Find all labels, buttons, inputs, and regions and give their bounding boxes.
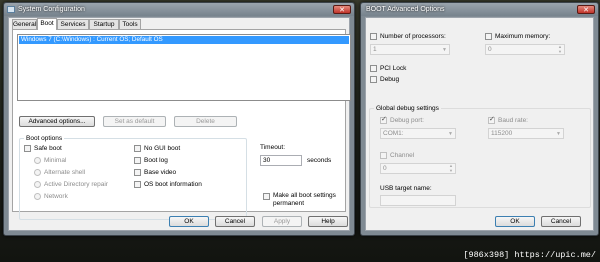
window-title: System Configuration: [18, 6, 85, 13]
network-radio[interactable]: [34, 193, 41, 200]
make-permanent-checkbox[interactable]: [263, 193, 270, 200]
usb-target-name-label: USB target name:: [380, 185, 432, 192]
maximum-memory-checkbox[interactable]: [485, 33, 492, 40]
help-button[interactable]: Help: [308, 216, 348, 227]
active-directory-repair-radio[interactable]: [34, 181, 41, 188]
safe-boot-label: Safe boot: [34, 145, 62, 152]
tab-startup[interactable]: Startup: [89, 19, 119, 29]
spinner-icon: ▲ ▼: [558, 44, 562, 54]
debug-checkbox[interactable]: [370, 76, 377, 83]
advanced-options-button[interactable]: Advanced options...: [19, 116, 95, 127]
no-gui-boot-label: No GUI boot: [144, 145, 181, 152]
boot-advanced-options-window: BOOT Advanced Options ✕ Number of proces…: [360, 2, 599, 236]
number-of-processors-value: 1: [373, 46, 377, 53]
title-bar[interactable]: System Configuration ✕: [4, 3, 354, 16]
chevron-down-icon: ▼: [556, 131, 561, 137]
make-permanent-label: Make all boot settings permanent: [273, 192, 336, 207]
number-of-processors-label: Number of processors:: [380, 33, 446, 40]
debug-port-value: COM1:: [383, 130, 404, 137]
timeout-label: Timeout:: [260, 144, 286, 151]
minimal-label: Minimal: [44, 157, 67, 164]
timeout-input[interactable]: 30: [260, 155, 302, 166]
apply-button[interactable]: Apply: [262, 216, 302, 227]
base-video-checkbox[interactable]: [134, 169, 141, 176]
maximum-memory-label: Maximum memory:: [495, 33, 551, 40]
debug-port-select[interactable]: COM1: ▼: [380, 128, 456, 139]
global-debug-settings-group: Global debug settings Debug port: COM1: …: [369, 105, 591, 208]
close-button[interactable]: ✕: [333, 5, 351, 14]
title-bar[interactable]: BOOT Advanced Options ✕: [361, 3, 598, 16]
cancel-button[interactable]: Cancel: [541, 216, 581, 227]
alternate-shell-radio[interactable]: [34, 169, 41, 176]
delete-button[interactable]: Delete: [174, 116, 237, 127]
channel-label: Channel: [390, 152, 415, 159]
timeout-unit-label: seconds: [307, 157, 332, 164]
no-gui-boot-checkbox[interactable]: [134, 145, 141, 152]
set-as-default-button[interactable]: Set as default: [103, 116, 166, 127]
msconfig-icon: [7, 6, 15, 13]
tab-boot[interactable]: Boot: [37, 18, 57, 30]
channel-input[interactable]: 0 ▲ ▼: [380, 163, 456, 174]
ok-button[interactable]: OK: [169, 216, 209, 227]
spinner-icon: ▲ ▼: [449, 163, 453, 173]
dialog-client-area: Number of processors: 1 ▼ Maximum memory…: [365, 17, 594, 231]
baud-rate-label: Baud rate:: [498, 117, 528, 124]
maximum-memory-value: 0: [488, 46, 492, 53]
baud-rate-value: 115200: [491, 130, 513, 137]
maximum-memory-input[interactable]: 0 ▲ ▼: [485, 44, 565, 55]
os-boot-information-checkbox[interactable]: [134, 181, 141, 188]
pci-lock-checkbox[interactable]: [370, 65, 377, 72]
number-of-processors-checkbox[interactable]: [370, 33, 377, 40]
close-button[interactable]: ✕: [577, 5, 595, 14]
os-boot-information-label: OS boot information: [144, 181, 202, 188]
baud-rate-select[interactable]: 115200 ▼: [488, 128, 564, 139]
debug-port-checkbox[interactable]: [380, 115, 387, 124]
ok-button[interactable]: OK: [495, 216, 535, 227]
image-watermark: [986x398] https://upic.me/: [463, 250, 596, 260]
window-title: BOOT Advanced Options: [366, 6, 445, 13]
dialog-client-area: General Boot Services Startup Tools Wind…: [8, 17, 351, 231]
boot-entry-item[interactable]: Windows 7 (C:\Windows) : Current OS; Def…: [19, 36, 349, 44]
tab-services[interactable]: Services: [57, 19, 89, 29]
boot-entries-list[interactable]: Windows 7 (C:\Windows) : Current OS; Def…: [17, 34, 351, 101]
boot-log-label: Boot log: [144, 157, 168, 164]
baud-rate-checkbox[interactable]: [488, 115, 495, 124]
tab-general[interactable]: General: [12, 19, 37, 29]
boot-tab-panel: Windows 7 (C:\Windows) : Current OS; Def…: [12, 29, 351, 220]
active-directory-repair-label: Active Directory repair: [44, 181, 108, 188]
boot-log-checkbox[interactable]: [134, 157, 141, 164]
safe-boot-checkbox[interactable]: [24, 145, 31, 152]
global-debug-settings-label: Global debug settings: [374, 105, 441, 112]
base-video-label: Base video: [144, 169, 177, 176]
number-of-processors-select[interactable]: 1 ▼: [370, 44, 450, 55]
cancel-button[interactable]: Cancel: [215, 216, 255, 227]
minimal-radio[interactable]: [34, 157, 41, 164]
alternate-shell-label: Alternate shell: [44, 169, 86, 176]
chevron-down-icon: ▼: [442, 47, 447, 53]
boot-options-label: Boot options: [24, 135, 65, 142]
debug-port-label: Debug port:: [390, 117, 424, 124]
chevron-down-icon: ▼: [448, 131, 453, 137]
system-configuration-window: System Configuration ✕ General Boot Serv…: [3, 2, 355, 236]
usb-target-name-input[interactable]: [380, 195, 456, 206]
channel-checkbox[interactable]: [380, 152, 387, 159]
boot-options-group: Boot options Safe boot Minimal Alternate…: [19, 135, 247, 220]
debug-label: Debug: [380, 76, 400, 83]
network-label: Network: [44, 193, 68, 200]
tab-tools[interactable]: Tools: [119, 19, 141, 29]
pci-lock-label: PCI Lock: [380, 65, 407, 72]
channel-value: 0: [383, 165, 387, 172]
